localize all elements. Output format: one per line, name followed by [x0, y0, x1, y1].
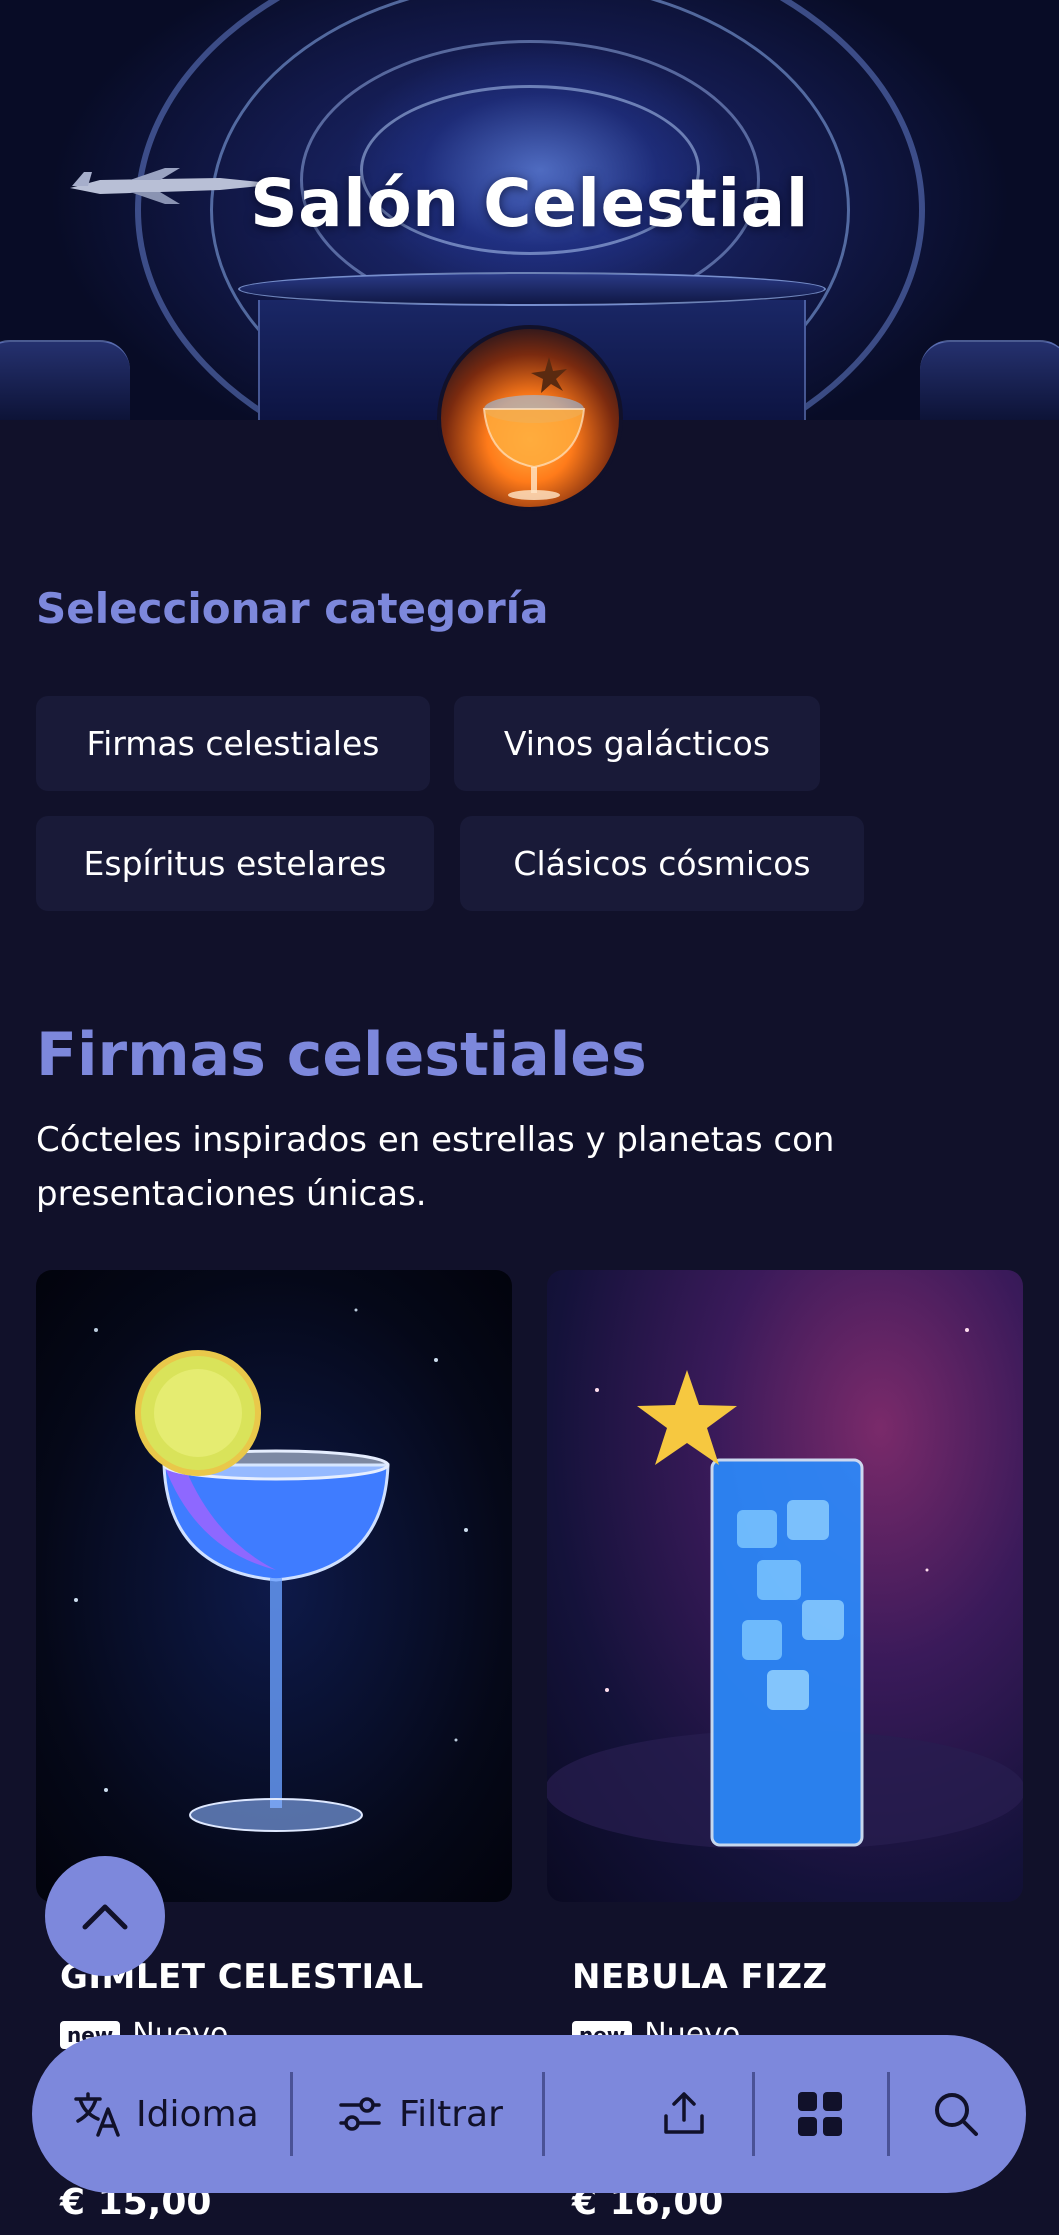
cocktail-logo-icon: [482, 357, 586, 500]
highball-glass-illustration: [547, 1328, 1023, 1850]
venue-title: Salón Celestial: [250, 165, 809, 242]
chip-label: Clásicos cósmicos: [513, 844, 811, 883]
product-image-nebula[interactable]: [547, 1270, 1023, 1902]
share-icon: [664, 2092, 704, 2134]
language-label: Idioma: [136, 2093, 259, 2135]
section-title: Firmas celestiales: [36, 1020, 647, 1090]
chip-label: Vinos galácticos: [503, 724, 771, 763]
category-chip-vinos[interactable]: Vinos galácticos: [454, 696, 820, 791]
translate-icon: [74, 2092, 120, 2137]
toolbar-divider: [290, 2072, 293, 2156]
grid-view-button[interactable]: [796, 2035, 844, 2193]
product-name[interactable]: NEBULA FIZZ: [572, 1957, 828, 1997]
category-chip-espiritus[interactable]: Espíritus estelares: [36, 816, 434, 911]
hero-decor: [0, 340, 130, 420]
chip-label: Firmas celestiales: [86, 724, 380, 763]
chevron-up-icon: [82, 1904, 128, 1930]
filter-label: Filtrar: [399, 2093, 503, 2135]
menu-page: Salón Celestial Seleccionar categoría Fi…: [0, 0, 1059, 2235]
grid-icon: [798, 2092, 842, 2136]
bottom-toolbar: Idioma Filtrar: [32, 2035, 1026, 2193]
toolbar-divider: [752, 2072, 755, 2156]
hero-bar-top: [238, 272, 826, 306]
filter-icon: [339, 2097, 381, 2131]
scroll-to-top-button[interactable]: [45, 1856, 165, 1976]
toolbar-divider: [542, 2072, 545, 2156]
search-icon: [935, 2093, 978, 2136]
language-button[interactable]: Idioma: [72, 2035, 259, 2193]
chip-label: Espíritus estelares: [83, 844, 387, 883]
category-chip-clasicos[interactable]: Clásicos cósmicos: [460, 816, 864, 911]
product-image-gimlet[interactable]: [36, 1270, 512, 1902]
cocktail-glass-illustration: [74, 1308, 468, 1832]
venue-logo: [437, 325, 623, 511]
section-description: Cócteles inspirados en estrellas y plane…: [36, 1120, 835, 1214]
toolbar-divider: [887, 2072, 890, 2156]
category-chip-firmas[interactable]: Firmas celestiales: [36, 696, 430, 791]
share-button[interactable]: [660, 2035, 708, 2193]
category-heading: Seleccionar categoría: [36, 584, 549, 633]
hero-decor: [920, 340, 1059, 420]
search-button[interactable]: [932, 2035, 980, 2193]
filter-button[interactable]: Filtrar: [337, 2035, 503, 2193]
